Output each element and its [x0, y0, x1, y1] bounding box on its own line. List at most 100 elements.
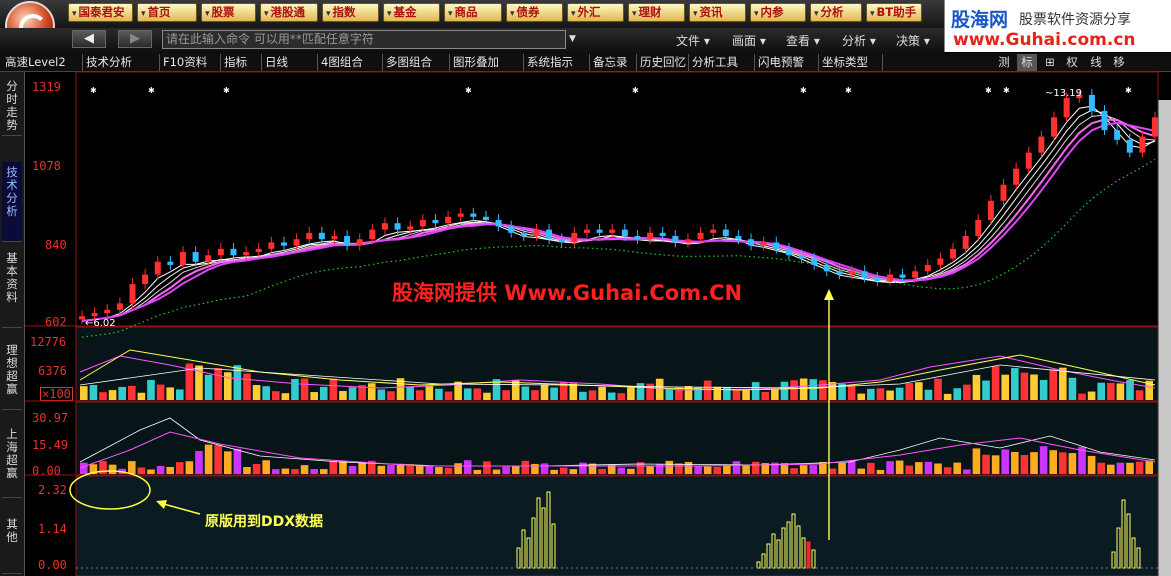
candle-body: [798, 255, 805, 259]
tab-3[interactable]: 指标: [221, 54, 262, 71]
toolbar-button-9[interactable]: ▾ 理财: [628, 3, 685, 22]
sidebar-tab-0[interactable]: 分时走势: [2, 76, 22, 136]
candle-body: [1051, 117, 1058, 137]
toolbar-button-0[interactable]: ▾ 国泰君安: [68, 3, 133, 22]
signal-marker: ✱: [1125, 86, 1132, 95]
tab-2[interactable]: F10资料: [160, 54, 221, 71]
candle-body: [1101, 110, 1108, 131]
turnover-bar: [905, 465, 914, 474]
toolbar-button-7[interactable]: ▾ 债券: [506, 3, 563, 22]
tab-13[interactable]: 坐标类型: [819, 54, 883, 71]
toolbar-button-10[interactable]: ▾ 资讯: [689, 3, 746, 22]
turnover-bar: [857, 468, 866, 474]
turnover-bar: [540, 463, 549, 474]
sidebar-tab-5[interactable]: 其他: [2, 514, 22, 574]
toolbar-button-1[interactable]: ▾ 首页: [137, 3, 197, 22]
turnover-bar: [1039, 446, 1048, 474]
menu-1[interactable]: 画面 ▾: [732, 32, 766, 49]
turnover-bar: [214, 445, 222, 474]
sidebar-tab-3[interactable]: 理想超赢: [2, 340, 22, 410]
volume-bar: [415, 390, 424, 400]
candle-body: [445, 216, 452, 224]
dropdown-arrow-icon: ▾: [870, 9, 875, 19]
tab-9[interactable]: 备忘录: [590, 54, 637, 71]
candle-body: [849, 271, 856, 275]
toolbar-button-4[interactable]: ▾ 指数: [322, 3, 379, 22]
turnover-bar: [483, 461, 491, 474]
turnover-bar: [579, 462, 587, 474]
volume-bar: [1068, 377, 1077, 400]
candle-body: [1114, 130, 1121, 140]
candle-body: [79, 316, 85, 320]
volume-bar: [406, 386, 414, 400]
candle-body: [1038, 136, 1045, 153]
signal-marker: ✱: [1003, 86, 1010, 95]
tab-4[interactable]: 日线: [262, 54, 318, 71]
toolbar-button-11[interactable]: ▾ 内参: [750, 3, 806, 22]
toolbar-button-2[interactable]: ▾ 股票: [201, 3, 256, 22]
candle-body: [1126, 139, 1133, 153]
toolbar-button-3[interactable]: ▾ 港股通: [260, 3, 318, 22]
reversal-bar: [531, 517, 536, 569]
candle-body: [836, 271, 843, 275]
sidebar-tab-2[interactable]: 基本资料: [2, 248, 22, 328]
tab-10[interactable]: 历史回忆: [637, 54, 689, 71]
sidebar-tab-4[interactable]: 上海超赢: [2, 424, 22, 498]
tool-tab-0[interactable]: 测: [994, 54, 1014, 71]
legend-item: 高潮换手：0.000,: [521, 407, 612, 420]
turnover-bar: [127, 461, 136, 474]
turnover-bar: [444, 467, 453, 474]
forward-button[interactable]: ▶: [118, 30, 152, 48]
tab-12[interactable]: 闪电预警: [755, 54, 819, 71]
legend-item: A2：11.300↑,: [197, 76, 275, 89]
tab-5[interactable]: 4图组合: [318, 54, 383, 71]
toolbar-button-5[interactable]: ▾ 基金: [383, 3, 440, 22]
toolbar-button-6[interactable]: ▾ 商品: [444, 3, 502, 22]
vertical-scrollbar[interactable]: [1158, 100, 1171, 576]
tab-11[interactable]: 分析工具: [689, 54, 755, 71]
candle-body: [508, 226, 515, 233]
tool-tab-3[interactable]: 权: [1062, 54, 1082, 71]
toolbar-button-13[interactable]: ▾ BT助手: [866, 3, 922, 22]
tab-8[interactable]: 系统指示: [524, 54, 590, 71]
chevron-down-icon[interactable]: ▼: [569, 34, 576, 44]
menu-2[interactable]: 查看 ▾: [786, 32, 820, 49]
menu-3[interactable]: 分析 ▾: [842, 32, 876, 49]
tab-1[interactable]: 技术分析: [83, 54, 160, 71]
tab-7[interactable]: 图形叠加: [450, 54, 524, 71]
tool-tab-1[interactable]: 标: [1017, 54, 1037, 71]
menu-0[interactable]: 文件 ▾: [676, 32, 710, 49]
tool-tab-4[interactable]: 线: [1086, 54, 1106, 71]
volume-bar: [271, 391, 280, 400]
candle-body: [432, 219, 439, 224]
volume-bar: [291, 378, 299, 400]
price-tick-1: 1319: [32, 80, 61, 94]
sidebar-tab-1[interactable]: 技术分析: [2, 162, 22, 242]
back-button[interactable]: ◀: [72, 30, 106, 48]
tool-tab-5[interactable]: 移: [1109, 54, 1129, 71]
dropdown-arrow-icon: ▾: [632, 9, 637, 19]
turnover-bar: [99, 461, 107, 474]
reversal-bar: [811, 549, 816, 569]
toolbar-button-label: 首页: [147, 5, 171, 19]
candle-body: [167, 261, 174, 265]
volume-bar: [166, 387, 174, 400]
legend-item: 0.000,: [739, 76, 775, 89]
reversal-tick-3: 0.00: [38, 558, 67, 572]
volume-bar: [531, 390, 539, 400]
command-input[interactable]: 请在此输入命令 可以用**匹配任意字符: [162, 30, 566, 49]
toolbar-button-8[interactable]: ▾ 外汇: [567, 3, 624, 22]
turnover-bar: [703, 466, 712, 474]
volume-bar: [492, 379, 501, 400]
candle-body: [394, 223, 401, 230]
tab-0[interactable]: 高速Level2: [2, 54, 83, 71]
tool-tab-2[interactable]: ⊞: [1040, 54, 1060, 71]
reversal-tick-2: 1.14: [38, 522, 67, 536]
legend-item: 平量柱：0.000,: [949, 332, 1029, 345]
menu-4[interactable]: 决策 ▾: [896, 32, 930, 49]
volume-bar: [521, 386, 530, 400]
tab-6[interactable]: 多图组合: [383, 54, 450, 71]
toolbar-button-12[interactable]: ▾ 分析: [810, 3, 862, 22]
turnover-bar: [89, 464, 98, 474]
volume-unit-badge: ×100: [40, 387, 73, 401]
